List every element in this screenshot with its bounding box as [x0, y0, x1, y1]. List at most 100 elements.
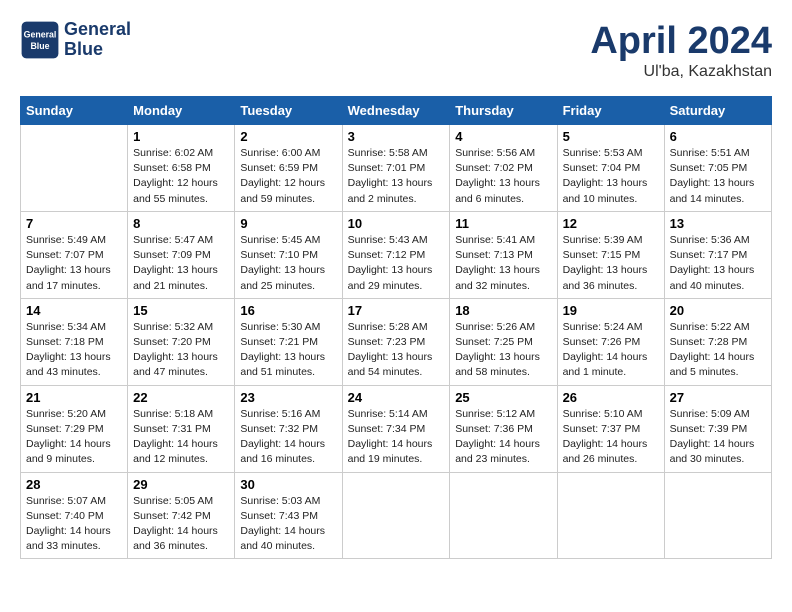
- cell-content: Sunrise: 5:26 AM Sunset: 7:25 PM Dayligh…: [455, 320, 551, 381]
- sunset: Sunset: 7:34 PM: [348, 423, 426, 435]
- sunset: Sunset: 7:20 PM: [133, 336, 211, 348]
- calendar-cell: [342, 472, 450, 559]
- day-number: 30: [240, 477, 336, 492]
- sunset: Sunset: 7:40 PM: [26, 510, 104, 522]
- logo: General Blue General Blue: [20, 20, 131, 60]
- cell-content: Sunrise: 5:56 AM Sunset: 7:02 PM Dayligh…: [455, 146, 551, 207]
- day-number: 18: [455, 303, 551, 318]
- sunset: Sunset: 7:32 PM: [240, 423, 318, 435]
- calendar-cell: 2 Sunrise: 6:00 AM Sunset: 6:59 PM Dayli…: [235, 125, 342, 212]
- cell-content: Sunrise: 5:47 AM Sunset: 7:09 PM Dayligh…: [133, 233, 229, 294]
- sunset: Sunset: 7:17 PM: [670, 249, 748, 261]
- day-number: 2: [240, 129, 336, 144]
- title-section: April 2024 Ul'ba, Kazakhstan: [590, 20, 772, 81]
- cell-content: Sunrise: 5:18 AM Sunset: 7:31 PM Dayligh…: [133, 407, 229, 468]
- sunset: Sunset: 6:59 PM: [240, 162, 318, 174]
- sunset: Sunset: 6:58 PM: [133, 162, 211, 174]
- calendar-cell: 23 Sunrise: 5:16 AM Sunset: 7:32 PM Dayl…: [235, 385, 342, 472]
- sunrise: Sunrise: 5:34 AM: [26, 321, 106, 333]
- day-number: 15: [133, 303, 229, 318]
- calendar-cell: 12 Sunrise: 5:39 AM Sunset: 7:15 PM Dayl…: [557, 211, 664, 298]
- calendar-cell: 21 Sunrise: 5:20 AM Sunset: 7:29 PM Dayl…: [21, 385, 128, 472]
- cell-content: Sunrise: 5:53 AM Sunset: 7:04 PM Dayligh…: [563, 146, 659, 207]
- logo-text: General Blue: [64, 20, 131, 60]
- calendar-cell: 5 Sunrise: 5:53 AM Sunset: 7:04 PM Dayli…: [557, 125, 664, 212]
- calendar-cell: [21, 125, 128, 212]
- daylight: Daylight: 13 hours and 58 minutes.: [455, 351, 540, 378]
- cell-content: Sunrise: 5:39 AM Sunset: 7:15 PM Dayligh…: [563, 233, 659, 294]
- sunrise: Sunrise: 5:49 AM: [26, 234, 106, 246]
- daylight: Daylight: 14 hours and 5 minutes.: [670, 351, 755, 378]
- sunrise: Sunrise: 5:51 AM: [670, 147, 750, 159]
- sunset: Sunset: 7:12 PM: [348, 249, 426, 261]
- page-header: General Blue General Blue April 2024 Ul'…: [20, 20, 772, 81]
- day-number: 24: [348, 390, 445, 405]
- daylight: Daylight: 14 hours and 40 minutes.: [240, 525, 325, 552]
- daylight: Daylight: 14 hours and 1 minute.: [563, 351, 648, 378]
- cell-content: Sunrise: 5:22 AM Sunset: 7:28 PM Dayligh…: [670, 320, 766, 381]
- month-title: April 2024: [590, 20, 772, 63]
- day-number: 21: [26, 390, 122, 405]
- calendar-cell: 1 Sunrise: 6:02 AM Sunset: 6:58 PM Dayli…: [128, 125, 235, 212]
- cell-content: Sunrise: 5:16 AM Sunset: 7:32 PM Dayligh…: [240, 407, 336, 468]
- day-number: 25: [455, 390, 551, 405]
- daylight: Daylight: 13 hours and 25 minutes.: [240, 264, 325, 291]
- day-number: 20: [670, 303, 766, 318]
- calendar-week-row: 1 Sunrise: 6:02 AM Sunset: 6:58 PM Dayli…: [21, 125, 772, 212]
- daylight: Daylight: 14 hours and 19 minutes.: [348, 438, 433, 465]
- sunset: Sunset: 7:25 PM: [455, 336, 533, 348]
- calendar-cell: 29 Sunrise: 5:05 AM Sunset: 7:42 PM Dayl…: [128, 472, 235, 559]
- sunrise: Sunrise: 5:10 AM: [563, 408, 643, 420]
- sunset: Sunset: 7:42 PM: [133, 510, 211, 522]
- sunrise: Sunrise: 5:53 AM: [563, 147, 643, 159]
- logo-icon: General Blue: [20, 20, 60, 60]
- weekday-header-row: SundayMondayTuesdayWednesdayThursdayFrid…: [21, 97, 772, 125]
- sunrise: Sunrise: 5:14 AM: [348, 408, 428, 420]
- weekday-header: Sunday: [21, 97, 128, 125]
- day-number: 8: [133, 216, 229, 231]
- sunset: Sunset: 7:23 PM: [348, 336, 426, 348]
- day-number: 26: [563, 390, 659, 405]
- calendar-cell: 26 Sunrise: 5:10 AM Sunset: 7:37 PM Dayl…: [557, 385, 664, 472]
- day-number: 6: [670, 129, 766, 144]
- daylight: Daylight: 13 hours and 43 minutes.: [26, 351, 111, 378]
- sunrise: Sunrise: 5:20 AM: [26, 408, 106, 420]
- day-number: 11: [455, 216, 551, 231]
- daylight: Daylight: 14 hours and 30 minutes.: [670, 438, 755, 465]
- calendar-week-row: 21 Sunrise: 5:20 AM Sunset: 7:29 PM Dayl…: [21, 385, 772, 472]
- weekday-header: Thursday: [450, 97, 557, 125]
- sunset: Sunset: 7:36 PM: [455, 423, 533, 435]
- day-number: 13: [670, 216, 766, 231]
- cell-content: Sunrise: 5:30 AM Sunset: 7:21 PM Dayligh…: [240, 320, 336, 381]
- calendar-cell: 4 Sunrise: 5:56 AM Sunset: 7:02 PM Dayli…: [450, 125, 557, 212]
- cell-content: Sunrise: 5:34 AM Sunset: 7:18 PM Dayligh…: [26, 320, 122, 381]
- sunset: Sunset: 7:10 PM: [240, 249, 318, 261]
- sunrise: Sunrise: 5:43 AM: [348, 234, 428, 246]
- sunrise: Sunrise: 5:41 AM: [455, 234, 535, 246]
- sunrise: Sunrise: 5:09 AM: [670, 408, 750, 420]
- calendar-cell: 17 Sunrise: 5:28 AM Sunset: 7:23 PM Dayl…: [342, 298, 450, 385]
- weekday-header: Wednesday: [342, 97, 450, 125]
- cell-content: Sunrise: 5:09 AM Sunset: 7:39 PM Dayligh…: [670, 407, 766, 468]
- sunrise: Sunrise: 5:05 AM: [133, 495, 213, 507]
- calendar-cell: 9 Sunrise: 5:45 AM Sunset: 7:10 PM Dayli…: [235, 211, 342, 298]
- daylight: Daylight: 13 hours and 29 minutes.: [348, 264, 433, 291]
- daylight: Daylight: 13 hours and 17 minutes.: [26, 264, 111, 291]
- calendar-cell: 6 Sunrise: 5:51 AM Sunset: 7:05 PM Dayli…: [664, 125, 771, 212]
- calendar-cell: 14 Sunrise: 5:34 AM Sunset: 7:18 PM Dayl…: [21, 298, 128, 385]
- sunrise: Sunrise: 5:30 AM: [240, 321, 320, 333]
- daylight: Daylight: 13 hours and 10 minutes.: [563, 177, 648, 204]
- calendar-cell: [557, 472, 664, 559]
- calendar-week-row: 7 Sunrise: 5:49 AM Sunset: 7:07 PM Dayli…: [21, 211, 772, 298]
- daylight: Daylight: 13 hours and 2 minutes.: [348, 177, 433, 204]
- cell-content: Sunrise: 5:12 AM Sunset: 7:36 PM Dayligh…: [455, 407, 551, 468]
- svg-text:General: General: [24, 30, 57, 40]
- day-number: 28: [26, 477, 122, 492]
- sunset: Sunset: 7:07 PM: [26, 249, 104, 261]
- daylight: Daylight: 14 hours and 9 minutes.: [26, 438, 111, 465]
- cell-content: Sunrise: 6:02 AM Sunset: 6:58 PM Dayligh…: [133, 146, 229, 207]
- daylight: Daylight: 14 hours and 12 minutes.: [133, 438, 218, 465]
- sunset: Sunset: 7:39 PM: [670, 423, 748, 435]
- day-number: 5: [563, 129, 659, 144]
- calendar-cell: 11 Sunrise: 5:41 AM Sunset: 7:13 PM Dayl…: [450, 211, 557, 298]
